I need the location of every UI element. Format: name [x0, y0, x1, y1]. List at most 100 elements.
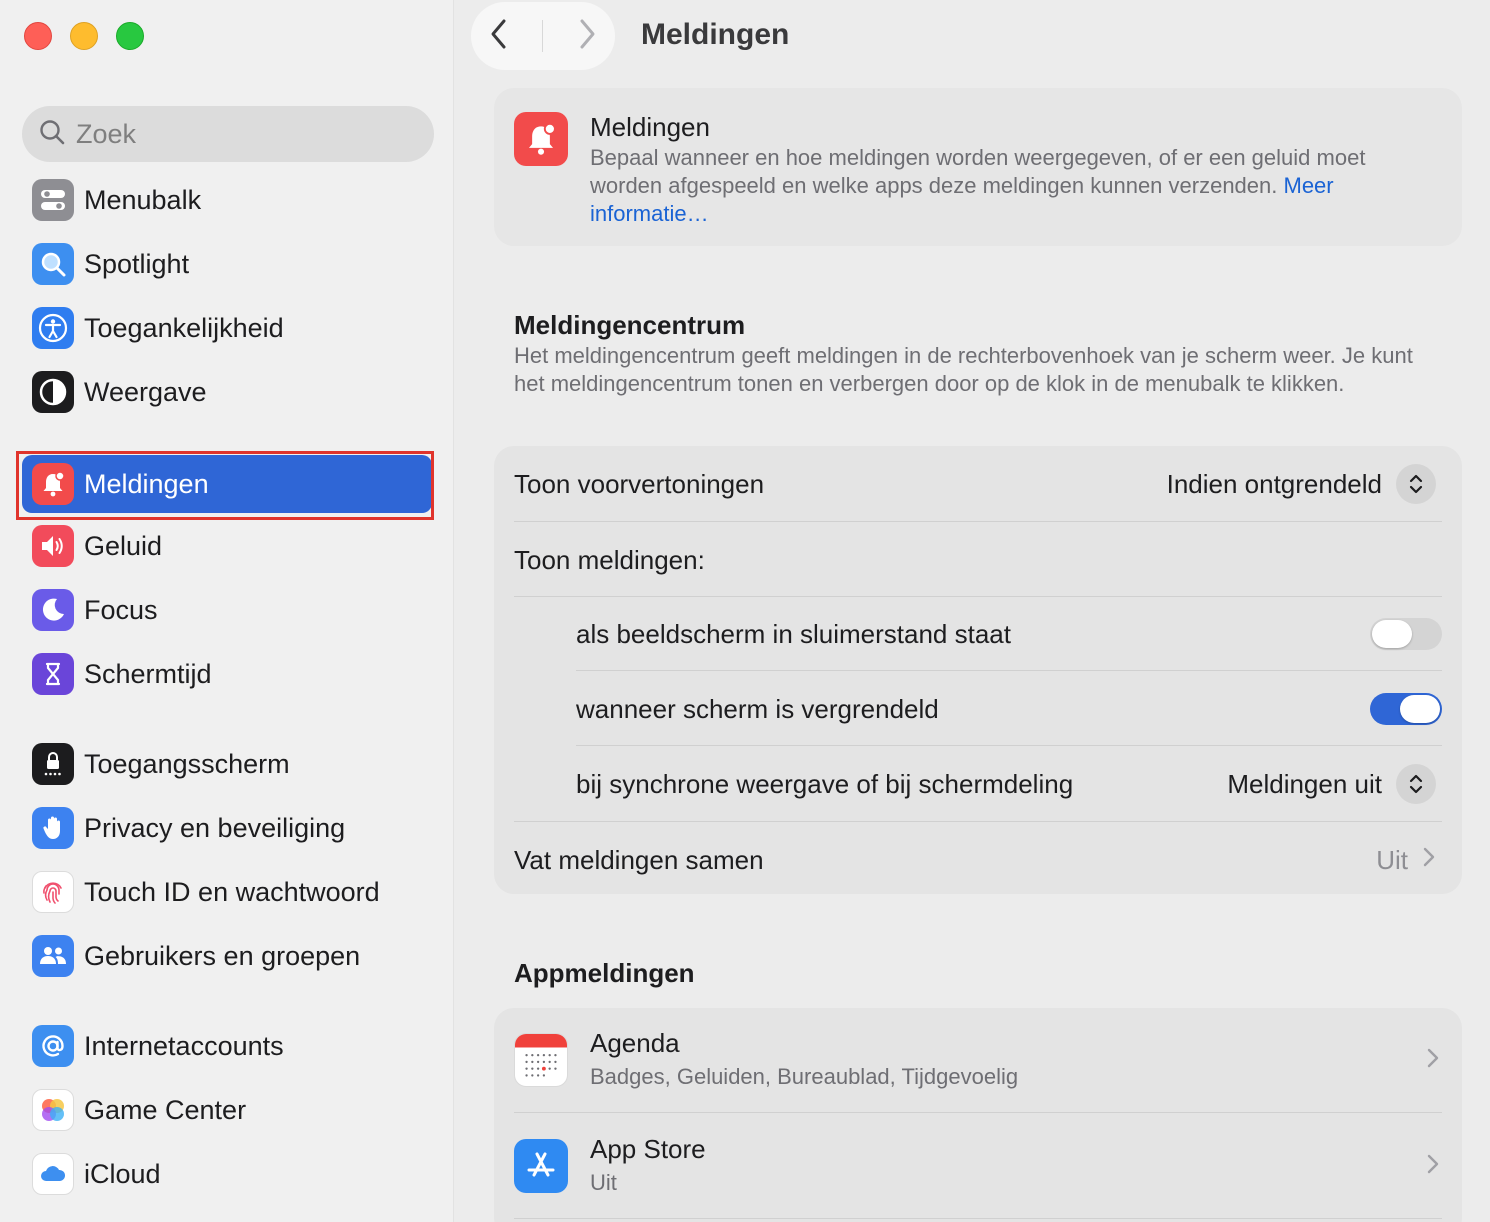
sidebar-item-label: Geluid: [84, 530, 163, 561]
divider: [576, 670, 1442, 671]
forward-button[interactable]: [575, 17, 599, 56]
sleep-row: als beeldscherm in sluimerstand staat: [576, 614, 1442, 654]
sidebar: Menubalk Spotlight Toegankelijkheid Weer…: [0, 0, 454, 1222]
fingerprint-icon: [32, 871, 74, 913]
section-title-notification-center: Meldingencentrum: [514, 310, 746, 340]
sidebar-item-label: Focus: [84, 594, 158, 625]
sidebar-item-meldingen[interactable]: Meldingen: [22, 455, 432, 513]
app-detail: Uit: [590, 1170, 617, 1195]
sidebar-item-spotlight[interactable]: Spotlight: [22, 234, 432, 294]
show-notifications-label: Toon meldingen:: [514, 544, 705, 575]
app-row-agenda[interactable]: Agenda Badges, Geluiden, Bureaublad, Tij…: [494, 1008, 1462, 1112]
sidebar-item-label: iCloud: [84, 1158, 161, 1189]
app-row-app-store[interactable]: App Store Uit: [494, 1114, 1462, 1218]
sleep-toggle[interactable]: [1370, 618, 1442, 650]
app-store-icon: [514, 1139, 568, 1193]
up-down-chevron-icon: [1396, 464, 1436, 504]
sleep-label: als beeldscherm in sluimerstand staat: [576, 618, 1011, 649]
display-icon: [32, 371, 74, 413]
app-notifications-card: Agenda Badges, Geluiden, Bureaublad, Tij…: [494, 1008, 1462, 1222]
moon-icon: [32, 589, 74, 631]
show-previews-value: Indien ontgrendeld: [1166, 468, 1382, 499]
intro-description: Bepaal wanneer en hoe meldingen worden w…: [590, 144, 1430, 228]
notifications-icon: [514, 112, 568, 166]
search-field[interactable]: [22, 106, 434, 162]
divider: [514, 821, 1442, 822]
nav-separator: [542, 20, 544, 52]
show-notifications-row: Toon meldingen:: [514, 540, 1436, 580]
sidebar-item-privacy[interactable]: Privacy en beveiliging: [22, 798, 432, 858]
sidebar-item-toegankelijkheid[interactable]: Toegankelijkheid: [22, 298, 432, 358]
intro-description-text: Bepaal wanneer en hoe meldingen worden w…: [590, 145, 1366, 198]
divider: [514, 596, 1442, 597]
summary-value: Uit: [1376, 844, 1408, 875]
game-center-icon: [32, 1089, 74, 1131]
toggle-knob: [1372, 620, 1412, 648]
locked-row: wanneer scherm is vergrendeld: [576, 689, 1442, 729]
sidebar-item-label: Spotlight: [84, 248, 190, 279]
intro-card: Meldingen Bepaal wanneer en hoe meldinge…: [494, 88, 1462, 246]
hourglass-icon: [32, 653, 74, 695]
show-previews-row: Toon voorvertoningen Indien ontgrendeld: [514, 464, 1436, 504]
search-input[interactable]: [76, 118, 416, 150]
sidebar-item-focus[interactable]: Focus: [22, 580, 432, 640]
sidebar-item-label: Gebruikers en groepen: [84, 940, 361, 971]
accessibility-icon: [32, 307, 74, 349]
menubar-icon: [32, 179, 74, 221]
divider: [576, 745, 1442, 746]
sidebar-item-label: Touch ID en wachtwoord: [84, 876, 380, 907]
sidebar-item-label: Toegangsscherm: [84, 748, 290, 779]
summary-value-group: Uit: [1376, 845, 1436, 876]
cloud-icon: [32, 1153, 74, 1195]
hand-icon: [32, 807, 74, 849]
navigation-buttons: [471, 2, 615, 70]
sidebar-item-schermtijd[interactable]: Schermtijd: [22, 644, 432, 704]
mirroring-popup[interactable]: Meldingen uit: [1227, 764, 1436, 804]
section-description: Het meldingencentrum geeft meldingen in …: [514, 343, 1413, 396]
search-icon: [38, 118, 66, 151]
zoom-window-button[interactable]: [116, 22, 144, 50]
at-sign-icon: [32, 1025, 74, 1067]
divider: [514, 521, 1442, 522]
notification-settings-card: Toon voorvertoningen Indien ontgrendeld …: [494, 446, 1462, 894]
lock-screen-icon: [32, 743, 74, 785]
chevron-right-icon: [1426, 1046, 1440, 1075]
users-icon: [32, 935, 74, 977]
sidebar-item-internetaccounts[interactable]: Internetaccounts: [22, 1016, 432, 1076]
sidebar-item-toegangsscherm[interactable]: Toegangsscherm: [22, 734, 432, 794]
minimize-window-button[interactable]: [70, 22, 98, 50]
locked-toggle[interactable]: [1370, 693, 1442, 725]
app-name: Agenda: [590, 1028, 680, 1058]
sidebar-item-game-center[interactable]: Game Center: [22, 1080, 432, 1140]
intro-title: Meldingen: [590, 112, 710, 142]
sidebar-item-label: Menubalk: [84, 184, 202, 215]
sidebar-item-geluid[interactable]: Geluid: [22, 516, 432, 576]
notifications-icon: [32, 463, 74, 505]
chevron-right-icon: [1426, 1152, 1440, 1181]
sidebar-item-menubalk[interactable]: Menubalk: [22, 170, 432, 230]
mirroring-label: bij synchrone weergave of bij schermdeli…: [576, 768, 1074, 799]
window-controls: [24, 22, 144, 50]
calendar-icon: [514, 1033, 568, 1087]
chevron-right-icon: [1422, 845, 1436, 876]
sidebar-item-icloud[interactable]: iCloud: [22, 1144, 432, 1204]
app-name: App Store: [590, 1134, 706, 1164]
sidebar-item-users[interactable]: Gebruikers en groepen: [22, 926, 432, 986]
mirroring-value: Meldingen uit: [1227, 768, 1382, 799]
sidebar-item-label: Game Center: [84, 1094, 247, 1125]
sidebar-item-weergave[interactable]: Weergave: [22, 362, 432, 422]
show-previews-popup[interactable]: Indien ontgrendeld: [1167, 464, 1436, 504]
up-down-chevron-icon: [1396, 764, 1436, 804]
summary-row[interactable]: Vat meldingen samen Uit: [514, 840, 1436, 880]
sidebar-item-label: Weergave: [84, 376, 207, 407]
section-title-app-notifications: Appmeldingen: [514, 958, 695, 988]
sidebar-item-label: Toegankelijkheid: [84, 312, 284, 343]
page-title: Meldingen: [641, 18, 790, 51]
sidebar-item-label: Meldingen: [84, 468, 209, 499]
locked-label: wanneer scherm is vergrendeld: [576, 693, 939, 724]
divider: [514, 1218, 1442, 1219]
sidebar-item-label: Privacy en beveiliging: [84, 812, 346, 843]
close-window-button[interactable]: [24, 22, 52, 50]
back-button[interactable]: [487, 17, 511, 56]
sidebar-item-touch-id[interactable]: Touch ID en wachtwoord: [22, 862, 432, 922]
